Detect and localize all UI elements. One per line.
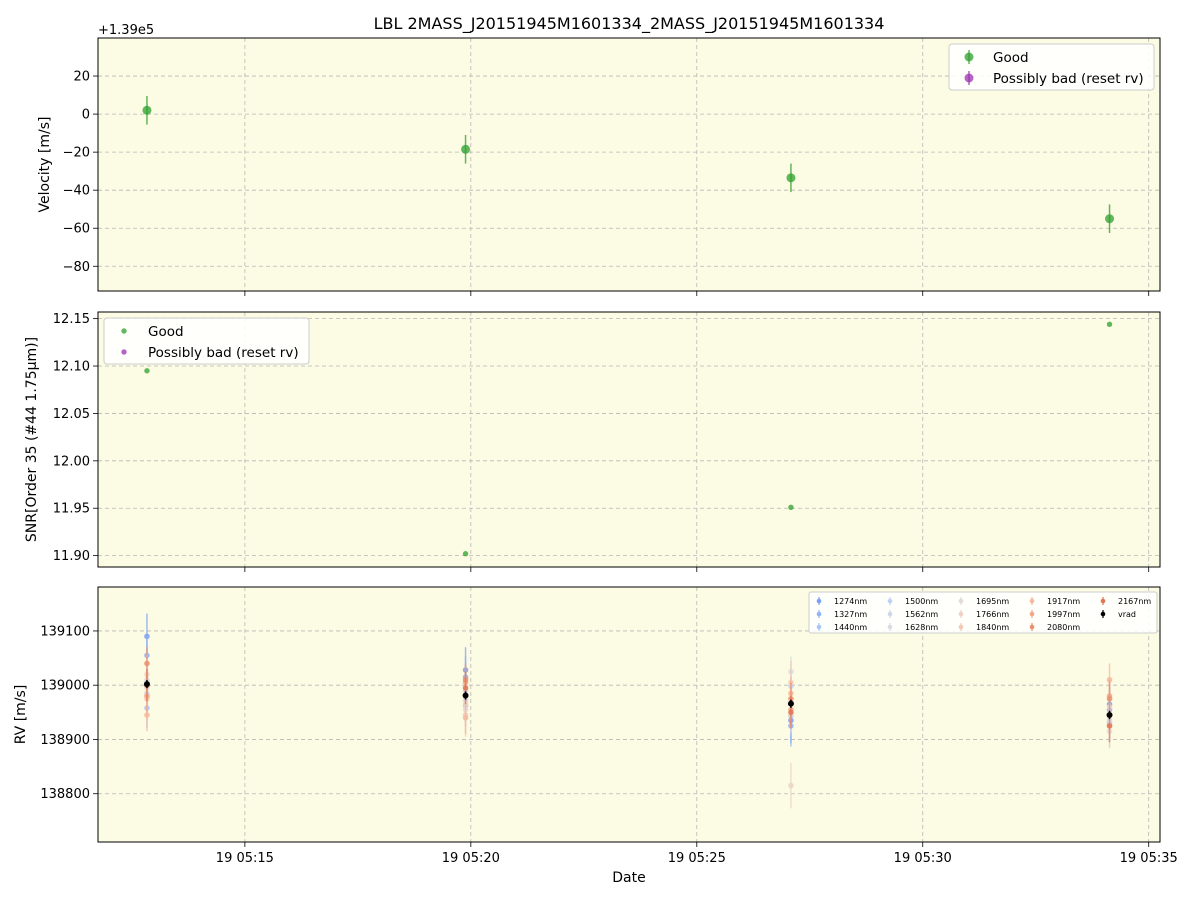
- data-point: [1106, 723, 1113, 729]
- legend-label: Good: [148, 324, 184, 340]
- data-point: [144, 368, 150, 374]
- panel-velocity: 20 0 −20 −40 −60 −80 Velocity [m/s] +1.39e5 Good…: [37, 23, 1161, 296]
- chart-title: LBL 2MASS_J20151945M1601334_2MASS_J20151…: [374, 14, 885, 34]
- y-tick-label: 20: [73, 70, 90, 85]
- offset-text: +1.39e5: [98, 23, 154, 38]
- legend-label: 1840nm: [976, 623, 1009, 632]
- legend-label: 1440nm: [834, 623, 867, 632]
- legend-marker: [1100, 611, 1106, 617]
- legend-marker: [887, 598, 893, 604]
- legend-marker: [964, 52, 974, 62]
- y-axis-label: Velocity [m/s]: [37, 117, 53, 213]
- legend-label: 1997nm: [1047, 610, 1080, 619]
- figure: LBL 2MASS_J20151945M1601334_2MASS_J20151…: [13, 14, 1178, 886]
- data-point: [1105, 214, 1115, 224]
- data-point: [462, 551, 469, 557]
- data-point: [143, 681, 150, 688]
- x-tick-label: 19 05:15: [216, 851, 274, 866]
- data-point: [788, 709, 794, 716]
- legend-label: 1500nm: [905, 597, 938, 606]
- x-tick-label: 19 05:35: [1120, 851, 1178, 866]
- legend-marker: [964, 73, 974, 83]
- legend-label: vrad: [1118, 610, 1136, 619]
- legend-label: 1327nm: [834, 610, 867, 619]
- x-tick-label: 19 05:30: [894, 851, 952, 866]
- legend-marker: [121, 328, 127, 334]
- y-tick-label: 11.90: [53, 549, 90, 564]
- data-point: [144, 712, 150, 718]
- data-point: [786, 173, 796, 183]
- y-tick-label: 12.10: [53, 360, 90, 375]
- legend-label: 1917nm: [1047, 597, 1080, 606]
- data-point: [462, 714, 469, 721]
- legend: Good Possibly bad (reset rv): [103, 317, 310, 365]
- y-tick-label: 12.00: [53, 454, 90, 469]
- y-tick-label: 11.95: [53, 502, 90, 517]
- x-axis-label: Date: [612, 870, 645, 886]
- y-tick-label: −60: [63, 222, 90, 237]
- legend-marker: [958, 624, 964, 630]
- legend: 1274nm 1327nm 1440nm 1500nm 1562nm 1628nm 1695…: [808, 591, 1158, 634]
- y-tick-label: 12.15: [53, 312, 90, 327]
- data-point: [1106, 695, 1113, 702]
- data-point: [142, 105, 152, 115]
- legend-marker: [1029, 624, 1035, 630]
- data-point: [788, 504, 794, 510]
- legend-label: 1562nm: [905, 610, 938, 619]
- y-tick-label: −40: [63, 184, 90, 199]
- data-point: [462, 685, 469, 691]
- data-point: [462, 692, 469, 699]
- data-point: [1106, 321, 1113, 328]
- legend-label: 2167nm: [1118, 597, 1151, 606]
- legend-marker: [1029, 611, 1035, 617]
- legend-marker: [958, 598, 964, 604]
- data-point: [461, 144, 471, 154]
- legend-label: Possibly bad (reset rv): [993, 71, 1144, 87]
- x-tick-label: 19 05:25: [668, 851, 726, 866]
- legend-label: 1766nm: [976, 610, 1009, 619]
- y-axis-label: SNR[Order 35 (#44 1.75μm)]: [24, 337, 40, 542]
- y-tick-label: 12.05: [53, 407, 90, 422]
- data-point: [787, 700, 794, 707]
- legend-marker: [816, 598, 822, 604]
- data-point: [144, 660, 150, 667]
- legend-marker: [1029, 598, 1035, 604]
- legend-marker: [816, 611, 822, 617]
- legend-marker: [958, 611, 964, 617]
- data-point: [788, 782, 794, 789]
- x-tick-label: 19 05:20: [442, 851, 500, 866]
- panel-rv: 19 05:15 19 05:20 19 05:25 19 05:30 19 05:35…: [13, 586, 1178, 866]
- y-tick-label: 138800: [40, 787, 90, 802]
- legend-marker: [816, 624, 822, 630]
- y-tick-label: −80: [63, 260, 90, 275]
- y-tick-label: 139000: [40, 679, 90, 694]
- legend-label: Good: [993, 50, 1029, 66]
- y-tick-label: 0: [82, 108, 90, 123]
- legend-label: Possibly bad (reset rv): [148, 345, 299, 361]
- y-tick-label: 139100: [40, 624, 90, 639]
- legend-label: 1695nm: [976, 597, 1009, 606]
- legend: Good Possibly bad (reset rv): [948, 43, 1155, 91]
- legend-marker: [887, 611, 893, 617]
- legend-marker: [121, 349, 127, 355]
- panel-snr: 12.15 12.10 12.05 12.00 11.95 11.90 SNR[Order …: [24, 311, 1161, 572]
- legend-marker: [1100, 598, 1106, 604]
- y-tick-label: −20: [63, 146, 90, 161]
- legend-marker: [887, 624, 893, 630]
- legend-label: 2080nm: [1047, 623, 1080, 632]
- data-point: [1106, 712, 1113, 719]
- legend-label: 1274nm: [834, 597, 867, 606]
- legend-label: 1628nm: [905, 623, 938, 632]
- y-axis-label: RV [m/s]: [13, 685, 29, 745]
- y-tick-label: 138900: [40, 733, 90, 748]
